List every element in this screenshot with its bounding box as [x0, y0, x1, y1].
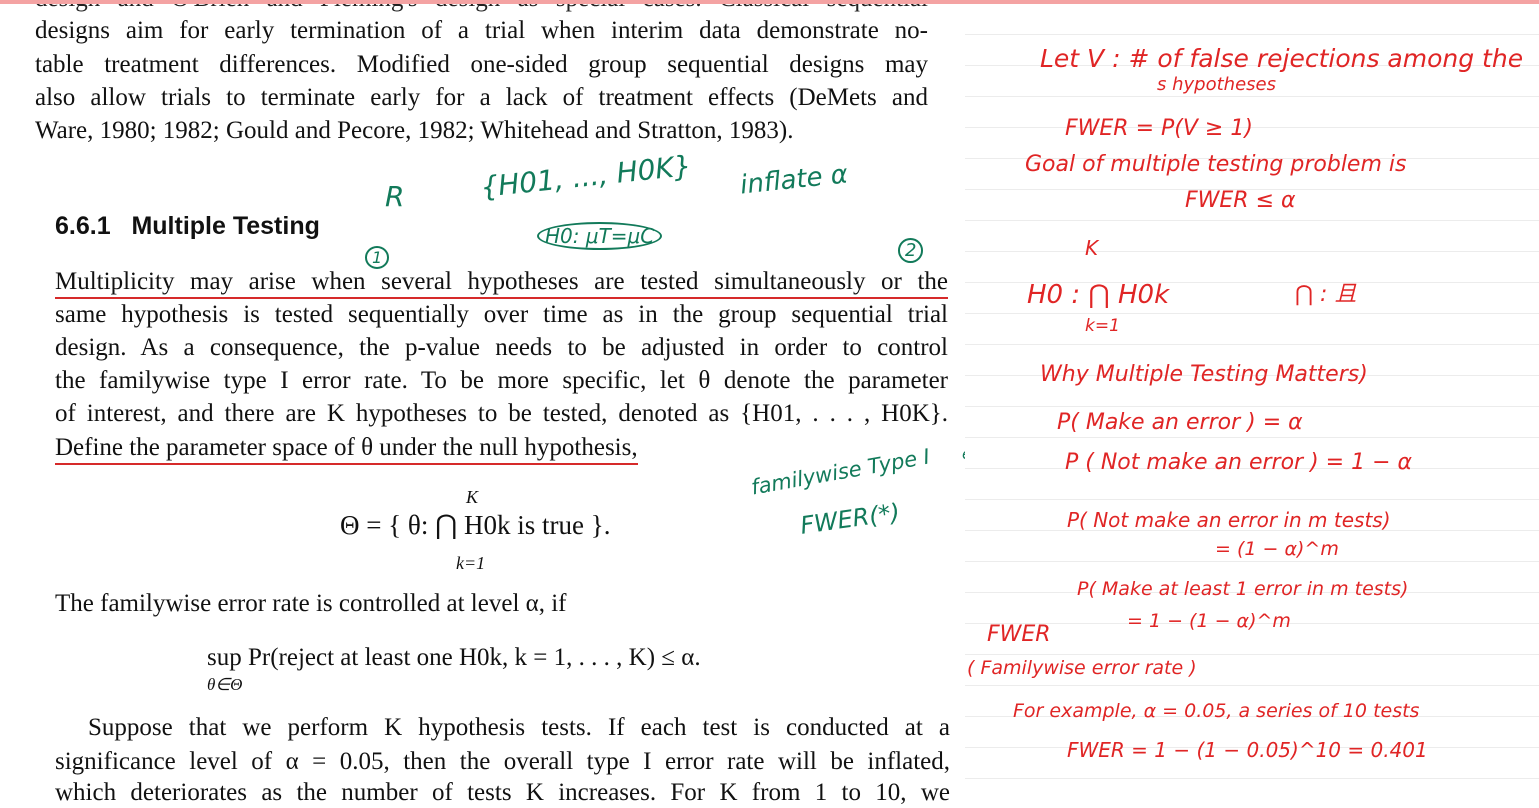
annotation-null: H0: μT=μC — [537, 222, 663, 250]
equation-fwer: sup Pr(reject at least one H0k, k = 1, .… — [207, 644, 701, 671]
note-line: H0 : ⋂ H0k — [1027, 280, 1170, 310]
text-line: designs aim for early termination of a t… — [35, 17, 928, 44]
equation-theta: Θ = { θ: ⋂ H0k is true }. — [340, 510, 611, 540]
text-line: same hypothesis is tested sequentially o… — [55, 301, 948, 328]
text-line: which deteriorates as the number of test… — [55, 779, 950, 806]
note-line: P ( Not make an error ) = 1 − α — [1065, 450, 1413, 475]
note-line: FWER = 1 − (1 − 0.05)^10 = 0.401 — [1067, 738, 1428, 762]
eq-sup: K — [466, 487, 479, 507]
annotation-inflate: inflate α — [738, 159, 850, 201]
note-line: ( Familywise error rate ) — [967, 657, 1197, 679]
note-line: P( Make an error ) = α — [1057, 410, 1303, 435]
text-line: table treatment differences. Modified on… — [35, 51, 928, 78]
note-line: = 1 − (1 − α)^m — [1127, 610, 1291, 632]
note-line: For example, α = 0.05, a series of 10 te… — [1013, 700, 1420, 722]
section-number: 6.6.1 — [55, 212, 111, 240]
eq-sub: k=1 — [456, 553, 486, 573]
text-line: Ware, 1980; 1982; Gould and Pecore, 1982… — [35, 117, 794, 144]
note-line: k=1 — [1085, 316, 1120, 336]
note-line: FWER = P(V ≥ 1) — [1065, 116, 1253, 141]
text-line: of interest, and there are K hypotheses … — [55, 400, 948, 427]
note-line: = (1 − α)^m — [1215, 538, 1339, 560]
eq-sub: θ∈Θ — [207, 675, 243, 694]
text-line: Define the parameter space of θ under th… — [55, 433, 638, 465]
note-line: ⋂ : 且 — [1295, 282, 1357, 307]
section-heading: 6.6.1 Multiple Testing — [55, 211, 320, 241]
note-line: Why Multiple Testing Matters) — [1040, 362, 1368, 387]
note-line: FWER ≤ α — [1185, 188, 1296, 213]
text-line: design. As a consequence, the p-value ne… — [55, 334, 948, 361]
text-line: significance level of α = 0.05, then the… — [55, 748, 950, 775]
annotation-r: R — [385, 180, 405, 213]
section-title: Multiple Testing — [131, 212, 320, 240]
text-line: The familywise error rate is controlled … — [55, 590, 567, 617]
note-line: K — [1085, 236, 1099, 260]
annotation-circle-2: 2 — [898, 238, 924, 263]
annotation-set: {H01, ..., H0K} — [478, 149, 694, 204]
annotation-fwer: FWER(*) — [798, 498, 902, 540]
note-line: Let V : # of false rejections among the — [1040, 44, 1524, 73]
note-line: FWER — [987, 622, 1051, 647]
text-line: the familywise type I error rate. To be … — [55, 367, 948, 394]
text-line: also allow trials to terminate early for… — [35, 84, 928, 111]
document-page: design and O'Brien and Fleming's design … — [0, 0, 1000, 806]
annotation-familywise: familywise Type I — [749, 444, 932, 500]
note-line: P( Make at least 1 error in m tests) — [1077, 578, 1409, 600]
top-accent-bar — [0, 0, 1539, 4]
annotation-circle-1: 1 — [365, 246, 390, 269]
text-line: Suppose that we perform K hypothesis tes… — [88, 714, 950, 741]
note-line: s hypotheses — [1157, 74, 1276, 95]
note-line: Goal of multiple testing problem is — [1025, 152, 1407, 177]
note-line: P( Not make an error in m tests) — [1067, 508, 1391, 532]
text-line: Multiplicity may arise when several hypo… — [55, 267, 948, 299]
notes-panel: Let V : # of false rejections among the … — [965, 4, 1539, 795]
